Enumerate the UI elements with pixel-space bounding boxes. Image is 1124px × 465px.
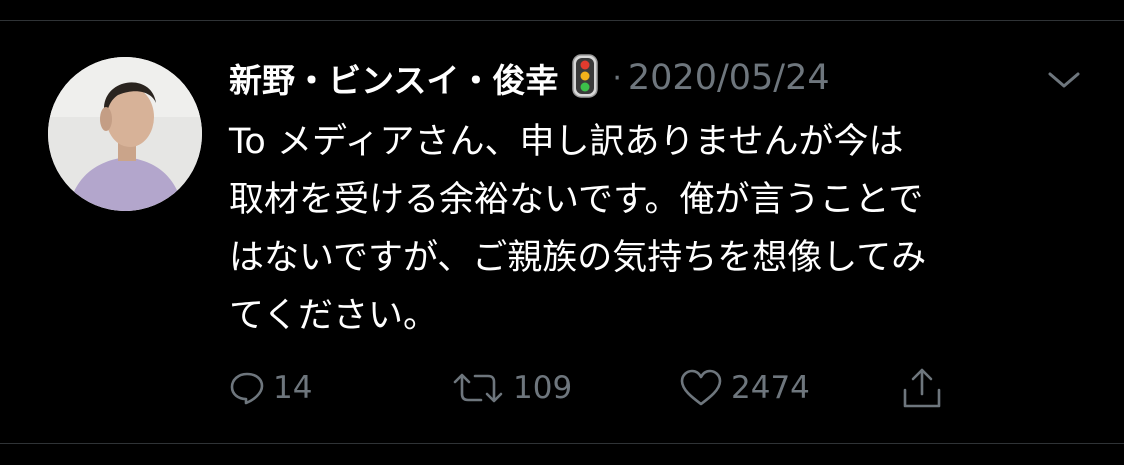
tweet-header: 新野・ビンスイ・俊幸 · 2020/05/24 (229, 50, 830, 106)
tweet-text-line: 取材を受ける余裕ないです。俺が言うことで (229, 180, 924, 220)
reply-count: 14 (273, 370, 313, 406)
retweet-count: 109 (513, 370, 573, 406)
reply-icon (229, 370, 265, 406)
divider-top (0, 20, 1124, 21)
tweet-text-line: てください。 (229, 296, 438, 336)
tweet-text-line: To メディアさん、申し訳ありませんが今は (229, 122, 904, 162)
traffic-light-icon (572, 54, 599, 102)
like-count: 2474 (731, 370, 810, 406)
reply-button[interactable]: 14 (229, 362, 312, 414)
avatar[interactable] (48, 57, 202, 211)
retweet-icon (451, 370, 505, 406)
chevron-down-icon[interactable] (1044, 66, 1084, 94)
tweet-text-line: はないですが、ご親族の気持ちを想像してみ (229, 238, 927, 278)
share-icon (901, 366, 943, 410)
tweet-date[interactable]: 2020/05/24 (628, 58, 830, 98)
author-name[interactable]: 新野・ビンスイ・俊幸 (229, 54, 558, 102)
retweet-button[interactable]: 109 (451, 362, 572, 414)
header-separator: · (612, 60, 622, 96)
share-button[interactable] (901, 362, 943, 414)
divider-bottom (0, 443, 1124, 444)
heart-icon (679, 368, 723, 408)
like-button[interactable]: 2474 (679, 362, 810, 414)
avatar-image (48, 57, 202, 211)
tweet-page: 新野・ビンスイ・俊幸 · 2020/05/24 To メディアさん、申し訳ありま… (0, 0, 1124, 465)
tweet-text: To メディアさん、申し訳ありませんが今は 取材を受ける余裕ないです。俺が言うこ… (229, 113, 1079, 345)
